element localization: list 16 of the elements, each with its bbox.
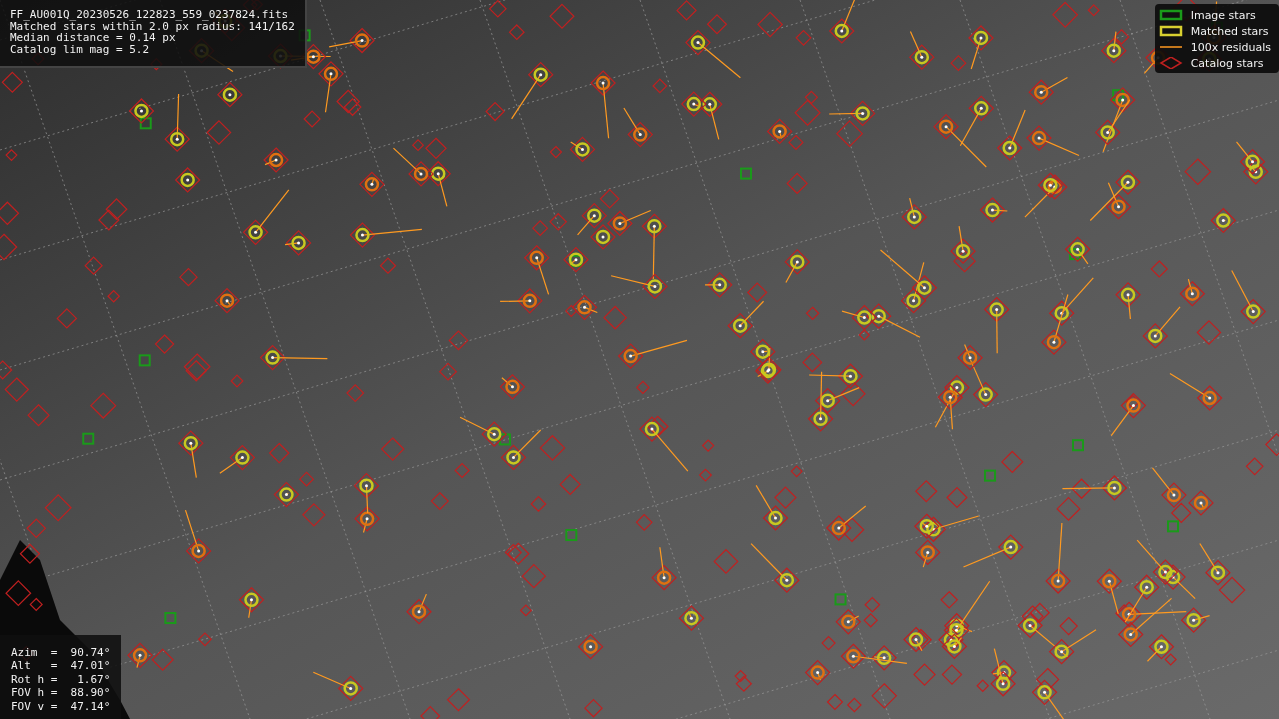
legend-label: Catalog stars bbox=[1190, 56, 1264, 70]
pointing-text: FOV v = 47.14° bbox=[11, 699, 111, 713]
diamond-icon bbox=[1158, 57, 1183, 69]
rectangle-outline-icon bbox=[1158, 9, 1183, 21]
rectangle-icon bbox=[1158, 25, 1183, 37]
legend-label: Image stars bbox=[1190, 8, 1256, 22]
info-text: Catalog lim mag = 5.2 bbox=[10, 43, 151, 55]
legend-label: 100x residuals bbox=[1190, 40, 1271, 54]
pointing-text: FOV h = 88.90° bbox=[11, 686, 111, 700]
info-text: FF_AU001Q_20230526_122823_559_0237824.fits bbox=[10, 9, 290, 21]
info-text: Median distance = 0.14 px bbox=[10, 32, 176, 44]
pointing-text: Alt = 47.01° bbox=[11, 659, 111, 673]
pointing-text: Azim = 90.74° bbox=[11, 645, 111, 659]
pointing-text: Rot h = 1.67° bbox=[11, 672, 111, 686]
info-text: Matched stars within 2.0 px radius: 141/162 bbox=[10, 20, 295, 32]
legend-label: Matched stars bbox=[1190, 24, 1269, 38]
